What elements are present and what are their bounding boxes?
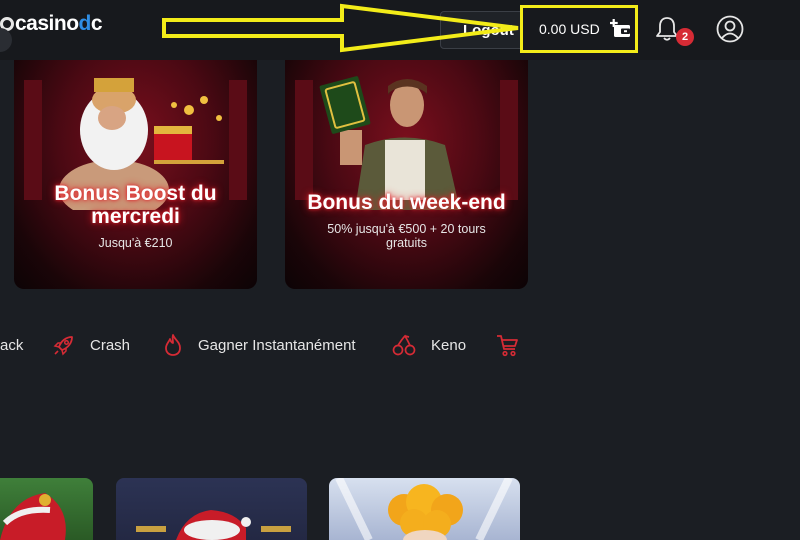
category-label: Crash [90,336,131,354]
promo-title-line1: Bonus Boost du [54,182,217,205]
game-thumbnail-santa[interactable] [116,478,307,540]
logout-label: Logout [463,21,514,39]
explorer-artwork-icon [295,76,518,210]
notification-badge: 2 [676,28,694,46]
logo-text-prefix: casino [15,12,79,35]
category-shop[interactable] [495,330,533,360]
promo-title-line2: mercredi [91,205,180,228]
game-thumbnail-clown[interactable] [329,478,520,540]
category-label: Gagner Instantanément [198,336,356,354]
category-crash[interactable]: Crash [52,330,130,360]
user-account-icon[interactable] [716,15,744,43]
cart-icon [497,335,518,357]
game-thumbnail-elf[interactable] [0,478,93,540]
wallet-add-icon[interactable] [609,18,632,40]
game-category-bar: ack Crash Gagner Instantanément Keno [0,330,800,360]
promo-subtitle: 50% jusqu'à €500 + 20 tours gratuits [327,222,486,250]
category-blackjack[interactable]: ack [0,330,23,360]
category-label: ack [0,336,24,354]
santa-artwork-icon [136,510,291,540]
logout-button[interactable]: Logout [440,11,524,49]
logo-text-suffix: c [90,12,103,35]
balance-display[interactable]: 0.00 USD [520,5,638,53]
promo-card-wednesday-boost[interactable]: Bonus Boost du mercredi Jusqu'à €210 [14,60,257,289]
casinodoc-logo[interactable]: casino d c [0,12,103,36]
promo-card-weekend-bonus[interactable]: Bonus du week-end 50% jusqu'à €500 + 20 … [285,60,528,289]
promo-title: Bonus du week-end [307,191,506,214]
top-header: casino d c Logout 0.00 USD 2 [0,0,800,60]
rocket-icon [53,336,73,356]
promo-subtitle: Jusqu'à €210 [98,236,173,250]
logo-text-accent: d [78,12,92,35]
category-label: Keno [431,336,467,354]
promo-title: Bonus Boost du mercredi [14,182,257,228]
balance-amount: 0.00 USD [539,21,600,37]
cherries-icon [392,334,416,356]
clown-artwork-icon [335,478,513,540]
notifications-button[interactable]: 2 [652,14,694,48]
flame-icon [165,334,181,356]
category-instant-win[interactable]: Gagner Instantanément [162,330,356,360]
elf-artwork-icon [0,493,66,540]
casino-page: casino d c Logout 0.00 USD 2 Bonus Boost… [0,0,800,540]
category-keno[interactable]: Keno [391,330,466,360]
